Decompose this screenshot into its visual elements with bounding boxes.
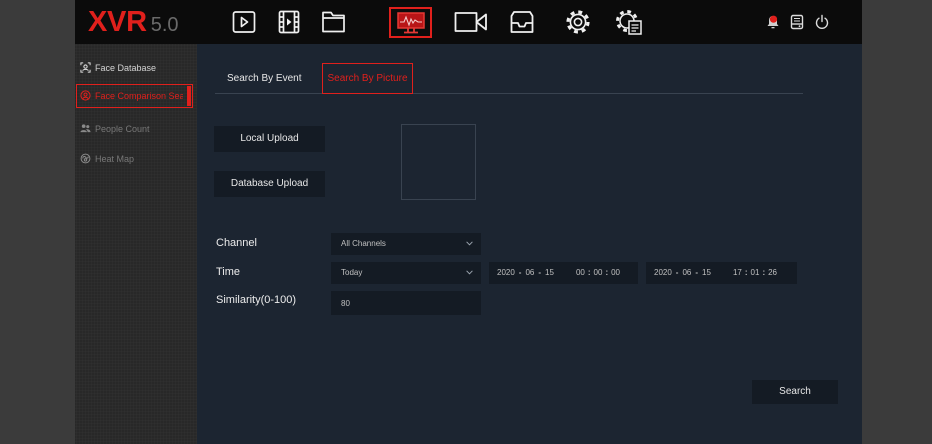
camera-icon[interactable] <box>454 11 488 33</box>
time-select-value: Today <box>341 268 363 277</box>
date-separator: - <box>518 268 522 277</box>
sidebar-item-people-count[interactable]: People Count <box>76 117 193 141</box>
start-year[interactable]: 2020 <box>497 268 515 277</box>
sidebar-item-face-database[interactable]: Face Database <box>76 56 193 80</box>
end-hour[interactable]: 17 <box>733 268 742 277</box>
time-label: Time <box>216 266 241 278</box>
chevron-down-icon <box>466 241 473 246</box>
end-datetime-field[interactable]: 2020-06-15 17:01:26 <box>646 262 797 284</box>
playback-icon[interactable] <box>232 10 256 34</box>
similarity-input[interactable] <box>331 291 481 315</box>
channel-select-value: All Channels <box>341 239 386 248</box>
inbox-icon[interactable] <box>509 10 535 34</box>
date-separator: - <box>695 268 699 277</box>
start-hour[interactable]: 00 <box>576 268 585 277</box>
end-month[interactable]: 06 <box>682 268 691 277</box>
power-icon[interactable] <box>815 14 829 30</box>
monitor-waveform-icon <box>396 11 425 33</box>
sidebar-item-heat-map[interactable]: Heat Map <box>76 147 193 171</box>
time-select[interactable]: Today <box>331 262 481 284</box>
logo-version: 5.0 <box>150 14 179 36</box>
time-separator: : <box>762 268 766 277</box>
sidebar-item-label: Face Comparison Sea <box>95 91 183 101</box>
face-comparison-icon <box>80 90 91 101</box>
chevron-down-icon <box>466 270 473 275</box>
sidebar-item-label: Face Database <box>95 63 157 73</box>
date-separator: - <box>675 268 679 277</box>
end-day[interactable]: 15 <box>702 268 711 277</box>
gear-icon[interactable] <box>565 9 591 35</box>
tab-search-by-event[interactable]: Search By Event <box>227 63 301 94</box>
heat-map-icon <box>80 153 91 164</box>
end-minute[interactable]: 01 <box>751 268 760 277</box>
start-day[interactable]: 15 <box>545 268 554 277</box>
date-separator: - <box>538 268 542 277</box>
sidebar: Face Database Face Comparison Sea People… <box>75 44 197 444</box>
start-datetime-field[interactable]: 2020-06-15 00:00:00 <box>489 262 638 284</box>
picture-preview <box>401 124 476 200</box>
search-button[interactable]: Search <box>752 380 838 404</box>
sidebar-item-face-comparison[interactable]: Face Comparison Sea <box>76 84 193 108</box>
start-second[interactable]: 00 <box>611 268 620 277</box>
people-count-icon <box>80 124 91 133</box>
alarm-bell-icon[interactable] <box>765 14 781 30</box>
time-separator: : <box>587 268 591 277</box>
start-minute[interactable]: 00 <box>594 268 603 277</box>
similarity-label: Similarity(0-100) <box>216 294 297 306</box>
database-upload-button[interactable]: Database Upload <box>214 171 325 197</box>
top-bar: XVR 5.0 <box>75 0 862 44</box>
logo: XVR 5.0 <box>88 6 179 38</box>
main-content: Search By Event Search By Picture Local … <box>197 44 862 444</box>
storage-icon[interactable] <box>790 14 804 30</box>
tab-search-by-picture[interactable]: Search By Picture <box>322 63 413 94</box>
nav-item-monitor-active[interactable] <box>389 7 432 38</box>
sidebar-item-label: Heat Map <box>95 154 135 164</box>
video-file-icon[interactable] <box>278 10 300 34</box>
gear-document-icon[interactable] <box>615 9 644 35</box>
logo-brand: XVR <box>88 6 147 38</box>
tab-divider <box>215 93 803 94</box>
start-month[interactable]: 06 <box>525 268 534 277</box>
channel-label: Channel <box>216 237 257 249</box>
folder-icon[interactable] <box>321 10 346 34</box>
end-year[interactable]: 2020 <box>654 268 672 277</box>
time-separator: : <box>744 268 748 277</box>
time-separator: : <box>605 268 609 277</box>
channel-select[interactable]: All Channels <box>331 233 481 255</box>
end-second[interactable]: 26 <box>768 268 777 277</box>
local-upload-button[interactable]: Local Upload <box>214 126 325 152</box>
face-database-icon <box>80 62 91 73</box>
sidebar-item-label: People Count <box>95 124 150 134</box>
